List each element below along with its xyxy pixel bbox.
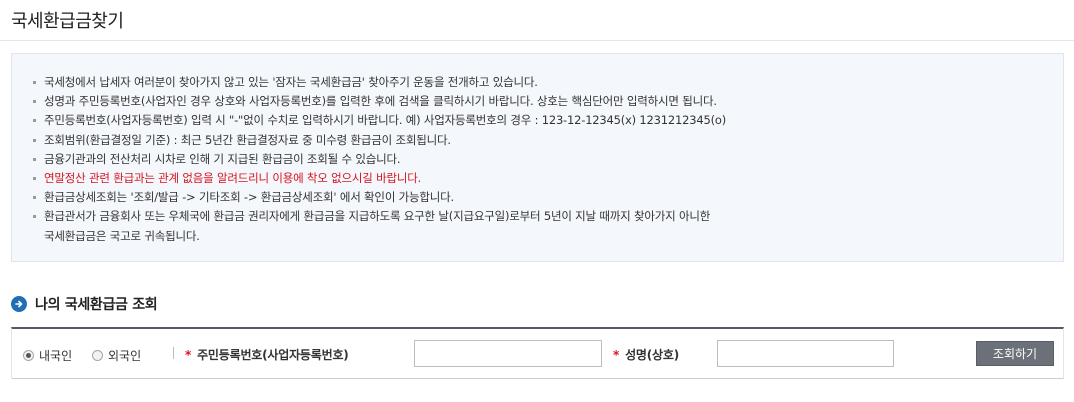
page-title: 국세환급금찾기 — [11, 11, 124, 32]
search-form: 내국인 외국인 * 주민등록번호(사업자등록번호) * 성명(상호) 조회하기 — [11, 327, 1064, 379]
notice-list: 국세청에서 납세자 여러분이 찾아가지 않고 있는 '잠자는 국세환급금' 찾아… — [12, 54, 1063, 246]
id-number-label-text: 주민등록번호(사업자등록번호) — [197, 348, 349, 362]
bullet-icon — [33, 119, 36, 123]
radio-foreign[interactable]: 외국인 — [92, 347, 141, 364]
radio-checked-icon[interactable] — [23, 350, 34, 361]
bullet-icon — [33, 81, 36, 84]
id-number-input[interactable] — [414, 340, 602, 367]
bullet-icon — [33, 215, 36, 219]
required-mark: * — [185, 347, 192, 362]
radio-foreign-label: 외국인 — [108, 349, 142, 363]
id-number-label: * 주민등록번호(사업자등록번호) — [185, 346, 349, 363]
name-label: * 성명(상호) — [613, 346, 679, 363]
bullet-icon — [33, 100, 36, 104]
notice-item: 환급금상세조회는 '조회/발급 -> 기타조회 -> 환급금상세조회' 에서 확… — [31, 188, 1063, 207]
notice-item: 국세청에서 납세자 여러분이 찾아가지 않고 있는 '잠자는 국세환급금' 찾아… — [31, 73, 1063, 92]
arrow-right-icon — [15, 300, 23, 308]
notice-item: 조회범위(환급결정일 기준) : 최근 5년간 환급결정자료 중 미수령 환급금… — [31, 131, 1063, 150]
bullet-icon — [33, 157, 36, 161]
notice-box: 국세청에서 납세자 여러분이 찾아가지 않고 있는 '잠자는 국세환급금' 찾아… — [11, 53, 1064, 262]
notice-item: 환급관서가 금융회사 또는 우체국에 환급금 권리자에게 환급금을 지급하도록 … — [31, 207, 1063, 226]
radio-domestic[interactable]: 내국인 — [23, 347, 72, 364]
section-heading-text: 나의 국세환급금 조회 — [35, 297, 158, 313]
name-label-text: 성명(상호) — [625, 348, 680, 362]
divider — [173, 347, 174, 359]
bullet-icon — [33, 177, 36, 181]
notice-item: 주민등록번호(사업자등록번호) 입력 시 "-"없이 수치로 입력하시기 바랍니… — [31, 111, 1063, 130]
notice-item: 금융기관과의 전산처리 시차로 인해 기 지급된 환급금이 조회될 수 있습니다… — [31, 150, 1063, 169]
notice-item-continuation: 국세환급금은 국고로 귀속됩니다. — [44, 228, 200, 243]
arrow-right-circle-icon — [11, 296, 27, 312]
search-button[interactable]: 조회하기 — [976, 341, 1054, 366]
section-heading: 나의 국세환급금 조회 — [11, 294, 158, 314]
radio-domestic-label: 내국인 — [39, 349, 73, 363]
radio-unchecked-icon[interactable] — [92, 350, 103, 361]
notice-item-warning: 연말정산 관련 환급과는 관계 없음을 알려드리니 이용에 착오 없으시길 바랍… — [31, 169, 1063, 188]
notice-item: 성명과 주민등록번호(사업자인 경우 상호와 사업자등록번호)를 입력한 후에 … — [31, 92, 1063, 111]
bullet-icon — [33, 138, 36, 142]
name-input[interactable] — [717, 340, 894, 367]
bullet-icon — [33, 196, 36, 200]
title-divider — [0, 40, 1074, 41]
required-mark: * — [613, 347, 620, 362]
